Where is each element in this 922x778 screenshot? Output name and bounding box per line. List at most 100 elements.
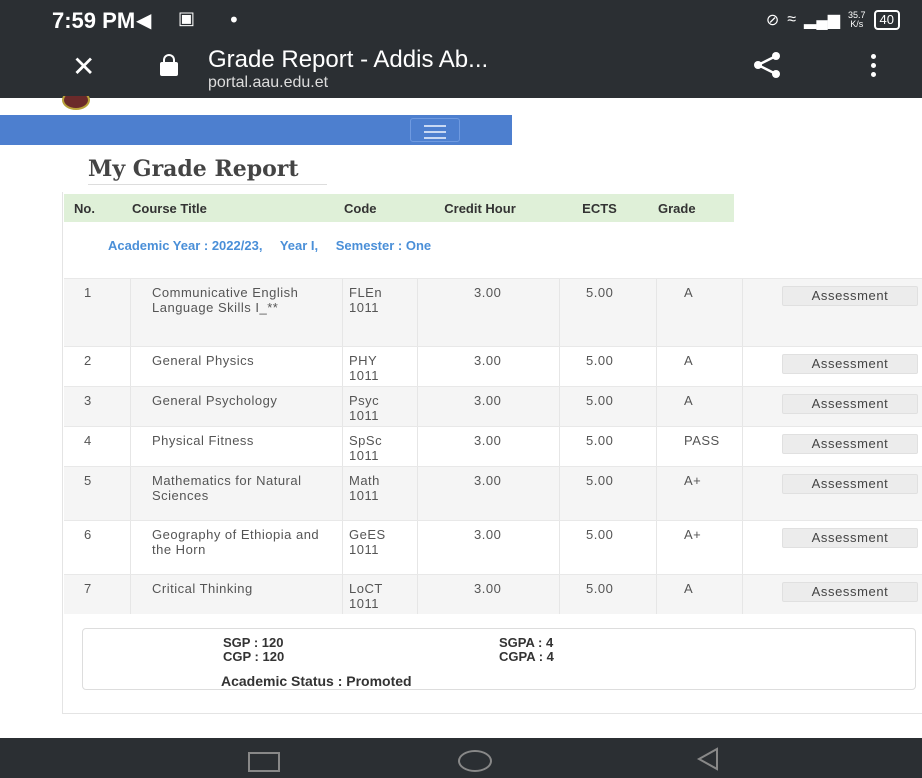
lock-icon	[160, 54, 178, 76]
status-bar: 7:59 PM ◀ ▣ • ⊘ ≈ ▂▄▆ 35.7 K/s 40	[0, 0, 922, 38]
assessment-button[interactable]: Assessment	[782, 434, 918, 454]
status-right: ⊘ ≈ ▂▄▆ 35.7 K/s 40	[766, 10, 900, 30]
net-speed: 35.7 K/s	[848, 11, 866, 29]
row-credit-hour: 3.00	[474, 433, 502, 448]
row-no: 1	[84, 285, 92, 300]
row-course-title: Physical Fitness	[152, 433, 254, 448]
row-grade: A+	[684, 473, 702, 488]
academic-year-row: Academic Year : 2022/23, Year I, Semeste…	[64, 222, 922, 278]
header-grade: Grade	[648, 194, 734, 222]
year-level: Year I,	[279, 238, 319, 253]
row-ects: 5.00	[586, 433, 614, 448]
row-grade: A	[684, 285, 694, 300]
row-ects: 5.00	[586, 527, 614, 542]
row-credit-hour: 3.00	[474, 285, 502, 300]
header-no: No.	[64, 194, 122, 222]
close-icon[interactable]: ✕	[72, 50, 95, 83]
signal-icon: ▂▄▆	[804, 12, 840, 29]
row-ects: 5.00	[586, 581, 614, 596]
academic-year: Academic Year : 2022/23,	[108, 238, 263, 253]
hamburger-menu-icon[interactable]	[410, 118, 460, 142]
mute-icon: ⊘	[765, 12, 780, 29]
battery-icon: 40	[873, 10, 900, 30]
row-grade: PASS	[684, 433, 720, 448]
cgpa-value: CGPA : 4	[499, 649, 554, 664]
sgpa-value: SGPA : 4	[499, 635, 554, 650]
page-url[interactable]: portal.aau.edu.et	[208, 74, 328, 92]
cgp-value: CGP : 120	[223, 649, 285, 664]
row-grade: A	[684, 581, 694, 596]
header-ects: ECTS	[551, 194, 648, 222]
row-no: 7	[84, 581, 92, 596]
table-row: 2 General Physics PHY 1011 3.00 5.00 A A…	[64, 346, 922, 386]
grade-summary: SGP : 120 CGP : 120 SGPA : 4 CGPA : 4 Ac…	[82, 628, 916, 690]
home-icon[interactable]	[458, 750, 492, 772]
row-course-title: Geography of Ethiopia and the Horn	[152, 527, 320, 557]
table-row: 3 General Psychology Psyc 1011 3.00 5.00…	[64, 386, 922, 426]
browser-chrome: 7:59 PM ◀ ▣ • ⊘ ≈ ▂▄▆ 35.7 K/s 40 ✕ Grad…	[0, 0, 922, 98]
table-row: 6 Geography of Ethiopia and the Horn GeE…	[64, 520, 922, 574]
header-course-title: Course Title	[122, 194, 334, 222]
grade-table-header: No. Course Title Code Credit Hour ECTS G…	[64, 194, 734, 222]
back-icon[interactable]	[695, 746, 721, 772]
row-credit-hour: 3.00	[474, 393, 502, 408]
browser-toolbar: ✕ Grade Report - Addis Ab... portal.aau.…	[0, 40, 922, 98]
row-no: 5	[84, 473, 92, 488]
android-navigation-bar	[0, 738, 922, 778]
row-credit-hour: 3.00	[474, 581, 502, 596]
row-code: PHY 1011	[349, 353, 379, 383]
assessment-button[interactable]: Assessment	[782, 528, 918, 548]
row-course-title: General Psychology	[152, 393, 278, 408]
table-row: 1 Communicative English Language Skills …	[64, 278, 922, 346]
dot-icon: •	[228, 8, 240, 32]
more-options-icon[interactable]	[868, 54, 878, 80]
row-code: GeES 1011	[349, 527, 386, 557]
row-course-title: Critical Thinking	[152, 581, 253, 596]
row-no: 3	[84, 393, 92, 408]
row-grade: A	[684, 353, 694, 368]
share-icon[interactable]	[752, 50, 782, 80]
row-code: Psyc 1011	[349, 393, 380, 423]
row-credit-hour: 3.00	[474, 353, 502, 368]
sgp-value: SGP : 120	[223, 635, 284, 650]
wifi-icon: ≈	[787, 11, 797, 28]
assessment-button[interactable]: Assessment	[782, 394, 918, 414]
assessment-button[interactable]: Assessment	[782, 354, 918, 374]
table-header-row: No. Course Title Code Credit Hour ECTS G…	[64, 194, 734, 222]
site-navbar	[0, 115, 512, 145]
row-ects: 5.00	[586, 353, 614, 368]
row-ects: 5.00	[586, 393, 614, 408]
status-time: 7:59 PM	[52, 8, 136, 33]
assessment-button[interactable]: Assessment	[782, 286, 918, 306]
row-course-title: Mathematics for Natural Sciences	[152, 473, 302, 503]
academic-status: Academic Status : Promoted	[221, 673, 412, 689]
row-no: 2	[84, 353, 92, 368]
table-row: 4 Physical Fitness SpSc 1011 3.00 5.00 P…	[64, 426, 922, 466]
assessment-button[interactable]: Assessment	[782, 474, 918, 494]
notification-icon: ▣	[178, 8, 196, 29]
navigation-arrow-icon: ◀	[136, 8, 152, 32]
page-title: Grade Report - Addis Ab...	[208, 46, 489, 73]
row-code: SpSc 1011	[349, 433, 383, 463]
grade-rows: 1 Communicative English Language Skills …	[64, 278, 922, 614]
net-speed-unit: K/s	[850, 19, 864, 29]
row-ects: 5.00	[586, 285, 614, 300]
header-credit-hour: Credit Hour	[409, 194, 551, 222]
semester: Semester : One	[335, 238, 432, 253]
row-no: 4	[84, 433, 92, 448]
grade-report-heading: My Grade Report	[88, 156, 327, 185]
assessment-button[interactable]: Assessment	[782, 582, 918, 602]
row-ects: 5.00	[586, 473, 614, 488]
academic-year-info: Academic Year : 2022/23, Year I, Semeste…	[108, 238, 445, 253]
row-course-title: General Physics	[152, 353, 255, 368]
row-credit-hour: 3.00	[474, 473, 502, 488]
row-no: 6	[84, 527, 92, 542]
row-credit-hour: 3.00	[474, 527, 502, 542]
row-grade: A	[684, 393, 694, 408]
table-row: 5 Mathematics for Natural Sciences Math …	[64, 466, 922, 520]
recent-apps-icon[interactable]	[248, 752, 280, 772]
row-course-title: Communicative English Language Skills I_…	[152, 285, 299, 315]
header-code: Code	[334, 194, 409, 222]
table-row: 7 Critical Thinking LoCT 1011 3.00 5.00 …	[64, 574, 922, 614]
row-code: Math 1011	[349, 473, 380, 503]
